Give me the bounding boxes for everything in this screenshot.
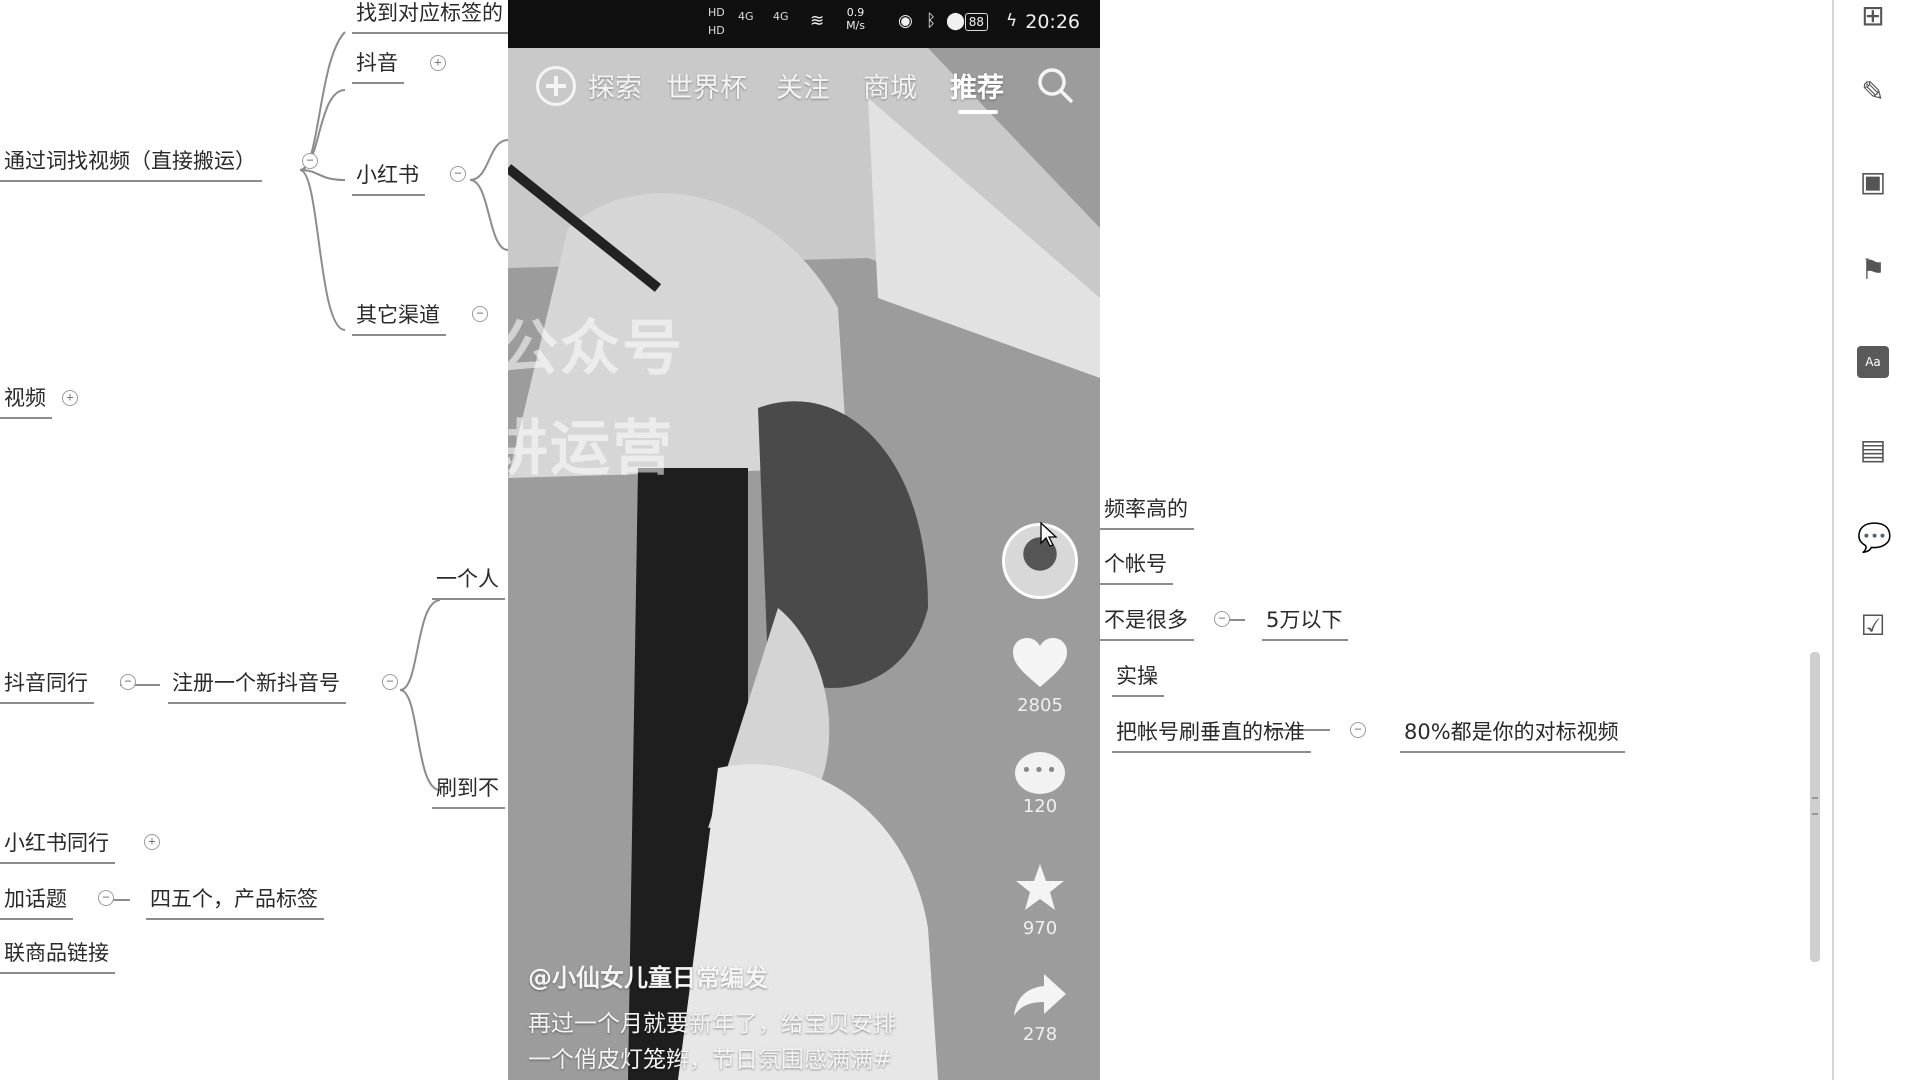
video-author[interactable]: @小仙女儿童日常编发 <box>528 958 768 993</box>
signal-icon: 4G <box>738 10 754 23</box>
scrollbar-grip-icon <box>1812 797 1818 815</box>
star-icon <box>1016 864 1064 910</box>
favorite-count: 970 <box>1022 918 1058 939</box>
watermark-text: 讲运营 <box>508 414 674 484</box>
add-icon[interactable] <box>536 66 576 106</box>
text-style-icon[interactable]: Aa <box>1857 346 1889 378</box>
expand-icon[interactable]: + <box>430 55 446 71</box>
eye-icon: ◉ <box>898 11 913 31</box>
share-icon <box>1014 974 1066 1016</box>
video-caption-line: 再过一个月就要新年了，给宝贝安排 <box>528 1011 896 1037</box>
location-icon: ⬤ <box>946 11 966 31</box>
vertical-scrollbar[interactable] <box>1810 652 1820 962</box>
mindmap-node[interactable]: 联商品链接 <box>0 940 115 974</box>
mindmap-node[interactable]: 刷到不 <box>432 775 505 809</box>
wifi-icon: ≋ <box>810 11 825 31</box>
mindmap-node[interactable]: 四五个，产品标签 <box>146 886 324 920</box>
tab-following[interactable]: 关注 <box>776 66 830 105</box>
mindmap-node[interactable]: 其它渠道 <box>352 302 446 336</box>
video-caption-line: 一个俏皮灯笼辫，节日氛围感满满# <box>528 1047 893 1073</box>
tab-recommended[interactable]: 推荐 <box>950 66 1004 105</box>
active-tab-indicator <box>958 110 998 114</box>
video-top-nav: 探索 世界杯 关注 商城 推荐 <box>508 56 1100 116</box>
expand-icon[interactable]: + <box>62 390 78 406</box>
heart-icon <box>1013 638 1067 687</box>
comment-button[interactable]: ••• 120 <box>1000 752 1080 817</box>
mindmap-node[interactable]: 找到对应标签的 <box>352 0 509 34</box>
mindmap-node[interactable]: 一个人 <box>432 566 505 600</box>
share-button[interactable]: 278 <box>1000 972 1080 1045</box>
network-speed: 0.9 M/s <box>846 6 865 32</box>
hd-badge: HD <box>708 24 725 37</box>
mindmap-node[interactable]: 注册一个新抖音号 <box>168 670 346 704</box>
flag-icon[interactable]: ⚑ <box>1857 254 1889 286</box>
phone-status-bar: HD HD 4G 4G ≋ 0.9 M/s ◉ ᛒ ⬤ 88 ϟ 20:26 <box>508 0 1100 48</box>
note-icon[interactable]: ▤ <box>1857 434 1889 466</box>
right-toolbar: ⊞ ✎ ▣ ⚑ Aa ▤ 💬 ☑ <box>1832 0 1910 1080</box>
bluetooth-icon: ᛒ <box>926 11 937 31</box>
like-button[interactable]: 2805 <box>1000 637 1080 716</box>
collapse-icon[interactable]: − <box>302 153 318 169</box>
brush-icon[interactable]: ✎ <box>1857 76 1889 108</box>
mindmap-node[interactable]: 加话题 <box>0 886 73 920</box>
comment-icon[interactable]: 💬 <box>1857 522 1892 554</box>
mindmap-node[interactable]: 通过词找视频（直接搬运） <box>0 148 262 182</box>
tab-world-cup[interactable]: 世界杯 <box>666 66 747 105</box>
mindmap-node[interactable]: 抖音同行 <box>0 670 94 704</box>
mindmap-node[interactable]: 个帐号 <box>1100 551 1173 585</box>
watermark-text: 公众号 <box>508 314 684 384</box>
mindmap-node[interactable]: 80%都是你的对标视频 <box>1400 719 1625 753</box>
mindmap-node[interactable]: 实操 <box>1112 663 1164 697</box>
collapse-icon[interactable]: − <box>1350 722 1366 738</box>
mindmap-node[interactable]: 不是很多 <box>1100 607 1194 641</box>
collapse-icon[interactable]: − <box>382 674 398 690</box>
collapse-icon[interactable]: − <box>450 166 466 182</box>
tab-explore[interactable]: 探索 <box>588 66 642 105</box>
collapse-icon[interactable]: − <box>472 306 488 322</box>
mouse-cursor-icon <box>1040 522 1058 547</box>
phone-screen[interactable]: HD HD 4G 4G ≋ 0.9 M/s ◉ ᛒ ⬤ 88 ϟ 20:26 探索… <box>508 0 1100 1080</box>
favorite-button[interactable]: 970 <box>1000 862 1080 939</box>
mindmap-node[interactable]: 小红书同行 <box>0 830 115 864</box>
mindmap-node[interactable]: 频率高的 <box>1100 496 1194 530</box>
charging-icon: ϟ <box>1006 11 1018 31</box>
mindmap-node[interactable]: 5万以下 <box>1262 607 1349 641</box>
share-count: 278 <box>1022 1024 1058 1045</box>
mindmap-node[interactable]: 视频 <box>0 385 52 419</box>
mindmap-node[interactable]: 小红书 <box>352 162 425 196</box>
tab-mall[interactable]: 商城 <box>863 66 917 105</box>
task-icon[interactable]: ☑ <box>1857 610 1889 642</box>
collapse-icon[interactable]: − <box>120 674 136 690</box>
mindmap-node[interactable]: 把帐号刷垂直的标准 <box>1112 719 1311 753</box>
like-count: 2805 <box>1017 695 1063 716</box>
search-icon[interactable] <box>1036 66 1076 106</box>
signal-icon: 4G <box>773 10 789 23</box>
comment-count: 120 <box>1022 796 1058 817</box>
structure-icon[interactable]: ⊞ <box>1857 0 1889 32</box>
battery-icon: 88 <box>964 13 988 31</box>
collapse-icon[interactable]: − <box>98 890 114 906</box>
mindmap-node[interactable]: 抖音 <box>352 50 404 84</box>
image-icon[interactable]: ▣ <box>1857 166 1889 198</box>
expand-icon[interactable]: + <box>144 834 160 850</box>
status-time: 20:26 <box>1025 11 1080 33</box>
comment-icon: ••• <box>1015 752 1065 794</box>
hd-badge: HD <box>708 6 725 19</box>
collapse-icon[interactable]: − <box>1214 611 1230 627</box>
